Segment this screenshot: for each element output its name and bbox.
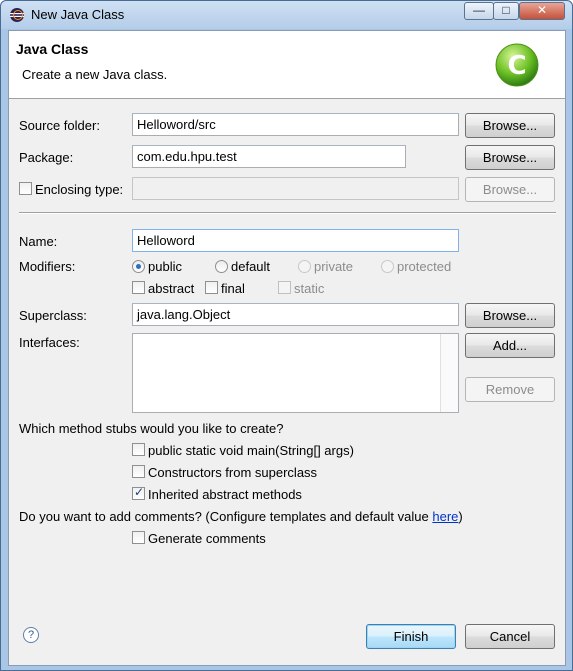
name-input[interactable]: Helloword	[132, 229, 459, 252]
constructors-label: Constructors from superclass	[148, 465, 318, 480]
interfaces-scrollbar[interactable]	[440, 334, 458, 412]
comments-question-suffix: )	[458, 509, 463, 524]
add-interface-button[interactable]: Add...	[465, 333, 555, 358]
method-stubs-question: Which method stubs would you like to cre…	[19, 421, 284, 436]
public-radio-label: public	[148, 259, 182, 274]
superclass-label: Superclass:	[19, 308, 87, 323]
abstract-checkbox[interactable]	[132, 281, 145, 294]
protected-radio-label: protected	[397, 259, 452, 274]
default-radio[interactable]	[215, 260, 228, 273]
maximize-button[interactable]: □	[493, 2, 519, 20]
separator	[19, 212, 556, 214]
source-folder-label: Source folder:	[19, 118, 100, 133]
public-radio[interactable]	[132, 260, 145, 273]
close-button[interactable]: ✕	[519, 2, 565, 20]
protected-radio[interactable]	[381, 260, 394, 273]
final-checkbox[interactable]	[205, 281, 218, 294]
radio-selected-dot	[136, 264, 141, 269]
constructors-checkbox[interactable]	[132, 465, 145, 478]
generate-comments-label: Generate comments	[148, 531, 266, 546]
cancel-button[interactable]: Cancel	[465, 624, 555, 649]
dialog-client-area: Java Class Create a new Java class. C So…	[8, 30, 566, 666]
main-method-checkbox[interactable]	[132, 443, 145, 456]
minimize-icon: —	[473, 3, 485, 17]
maximize-icon: □	[502, 3, 510, 17]
name-label: Name:	[19, 234, 58, 249]
package-browse-button[interactable]: Browse...	[465, 145, 555, 170]
static-checkbox-label: static	[294, 281, 325, 296]
source-folder-browse-button[interactable]: Browse...	[465, 113, 555, 138]
inherited-abstract-methods-label: Inherited abstract methods	[148, 487, 302, 502]
help-icon[interactable]: ?	[23, 627, 39, 643]
inherited-abstract-methods-checkbox[interactable]: ✓	[132, 485, 145, 500]
superclass-browse-button[interactable]: Browse...	[465, 303, 555, 328]
interfaces-label: Interfaces:	[19, 335, 80, 350]
default-radio-label: default	[231, 259, 271, 274]
eclipse-icon	[10, 8, 24, 22]
comments-question-text: Do you want to add comments? (Configure …	[19, 509, 433, 524]
new-java-class-window: New Java Class — □ ✕ Java Class Create a…	[0, 0, 573, 671]
wizard-banner: Java Class Create a new Java class. C	[9, 31, 565, 99]
private-radio-label: private	[314, 259, 354, 274]
banner-title: Java Class	[16, 41, 89, 57]
banner-description: Create a new Java class.	[22, 67, 168, 82]
enclosing-type-browse-button[interactable]: Browse...	[465, 177, 555, 202]
final-checkbox-label: final	[221, 281, 245, 296]
title-bar[interactable]: New Java Class — □ ✕	[1, 1, 572, 29]
package-input[interactable]: com.edu.hpu.test	[132, 145, 406, 168]
window-title: New Java Class	[31, 7, 125, 22]
superclass-input[interactable]: java.lang.Object	[132, 303, 459, 326]
comments-question: Do you want to add comments? (Configure …	[19, 509, 463, 524]
abstract-checkbox-label: abstract	[148, 281, 195, 296]
source-folder-input[interactable]: Helloword/src	[132, 113, 459, 136]
main-method-label: public static void main(String[] args)	[148, 443, 354, 458]
package-label: Package:	[19, 150, 74, 165]
java-class-logo-icon: C	[495, 43, 539, 87]
enclosing-type-checkbox[interactable]	[19, 182, 32, 195]
generate-comments-checkbox[interactable]	[132, 531, 145, 544]
enclosing-type-label: Enclosing type:	[35, 182, 124, 197]
checkmark-icon: ✓	[134, 485, 145, 499]
configure-templates-link[interactable]: here	[432, 509, 458, 524]
interfaces-list[interactable]	[132, 333, 459, 413]
modifiers-label: Modifiers:	[19, 259, 76, 274]
enclosing-type-input[interactable]	[132, 177, 459, 200]
private-radio[interactable]	[298, 260, 311, 273]
close-icon: ✕	[536, 3, 548, 17]
static-checkbox[interactable]	[278, 281, 291, 294]
remove-interface-button[interactable]: Remove	[465, 377, 555, 402]
finish-button[interactable]: Finish	[366, 624, 456, 649]
logo-letter: C	[507, 51, 526, 81]
minimize-button[interactable]: —	[464, 2, 494, 20]
